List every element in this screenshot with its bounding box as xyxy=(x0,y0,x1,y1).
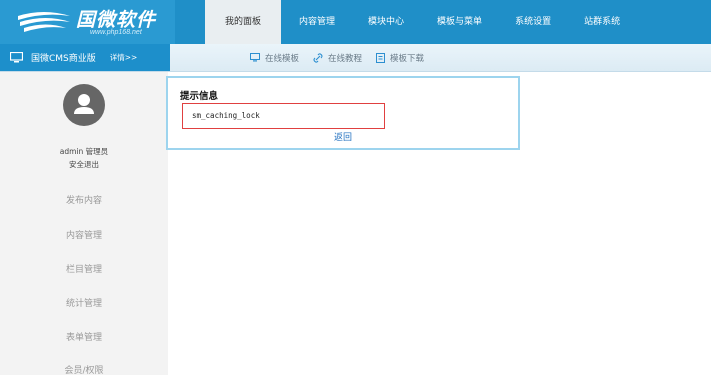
logo-title: 国微软件 xyxy=(76,9,157,31)
back-link[interactable]: 返回 xyxy=(334,130,352,143)
logo-swoosh-icon xyxy=(18,12,70,32)
nav-content-management[interactable]: 内容管理 xyxy=(284,0,350,44)
link-template-download[interactable]: 模板下载 xyxy=(376,52,424,64)
sidebar: admin 管理员 安全退出 发布内容 内容管理 栏目管理 统计管理 表单管理 … xyxy=(0,72,168,376)
message-content: sm_caching_lock xyxy=(182,103,385,129)
user-icon xyxy=(74,94,94,114)
monitor-icon xyxy=(10,52,23,63)
link-online-templates[interactable]: 在线模板 xyxy=(250,52,299,64)
link-online-tutorials[interactable]: 在线教程 xyxy=(313,52,362,64)
link-online-templates-label: 在线模板 xyxy=(265,53,300,64)
document-icon xyxy=(376,52,386,63)
message-title: 提示信息 xyxy=(180,91,219,102)
logo-subtitle: www.php168.net xyxy=(90,29,142,36)
details-link[interactable]: 详情>> xyxy=(110,52,138,63)
sidebar-item-members[interactable]: 会员/权限 xyxy=(0,363,168,376)
brand-box: 国微CMS商业版 详情>> xyxy=(0,44,170,71)
message-box: 提示信息 sm_caching_lock 返回 xyxy=(166,76,520,150)
sidebar-item-publish[interactable]: 发布内容 xyxy=(0,193,168,206)
brand-name: 国微CMS商业版 xyxy=(31,54,96,64)
nav-module-center[interactable]: 模块中心 xyxy=(353,0,419,44)
nav-my-panel[interactable]: 我的面板 xyxy=(205,0,282,44)
nav-templates-menus[interactable]: 模板与菜单 xyxy=(422,0,497,44)
sidebar-item-columns[interactable]: 栏目管理 xyxy=(0,262,168,275)
main-nav: 我的面板 内容管理 模块中心 模板与菜单 系统设置 站群系统 xyxy=(205,0,638,44)
link-icon xyxy=(313,52,323,63)
sidebar-item-statistics[interactable]: 统计管理 xyxy=(0,296,168,309)
logo[interactable]: 国微软件 www.php168.net xyxy=(0,0,175,44)
nav-site-group[interactable]: 站群系统 xyxy=(569,0,635,44)
sidebar-item-content[interactable]: 内容管理 xyxy=(0,228,168,241)
sidebar-item-forms[interactable]: 表单管理 xyxy=(0,330,168,343)
username: admin 管理员 xyxy=(59,147,109,156)
nav-system-settings[interactable]: 系统设置 xyxy=(500,0,566,44)
top-bar: 国微软件 www.php168.net 我的面板 内容管理 模块中心 模板与菜单… xyxy=(0,0,711,44)
logout-link[interactable]: 安全退出 xyxy=(0,159,168,170)
sub-bar: 国微CMS商业版 详情>> 在线模板 在线教程 模板下载 xyxy=(0,44,711,72)
avatar xyxy=(63,84,105,126)
link-template-download-label: 模板下载 xyxy=(390,53,425,64)
link-online-tutorials-label: 在线教程 xyxy=(328,53,363,64)
monitor-icon xyxy=(250,53,260,62)
quick-links: 在线模板 在线教程 模板下载 xyxy=(250,44,438,71)
